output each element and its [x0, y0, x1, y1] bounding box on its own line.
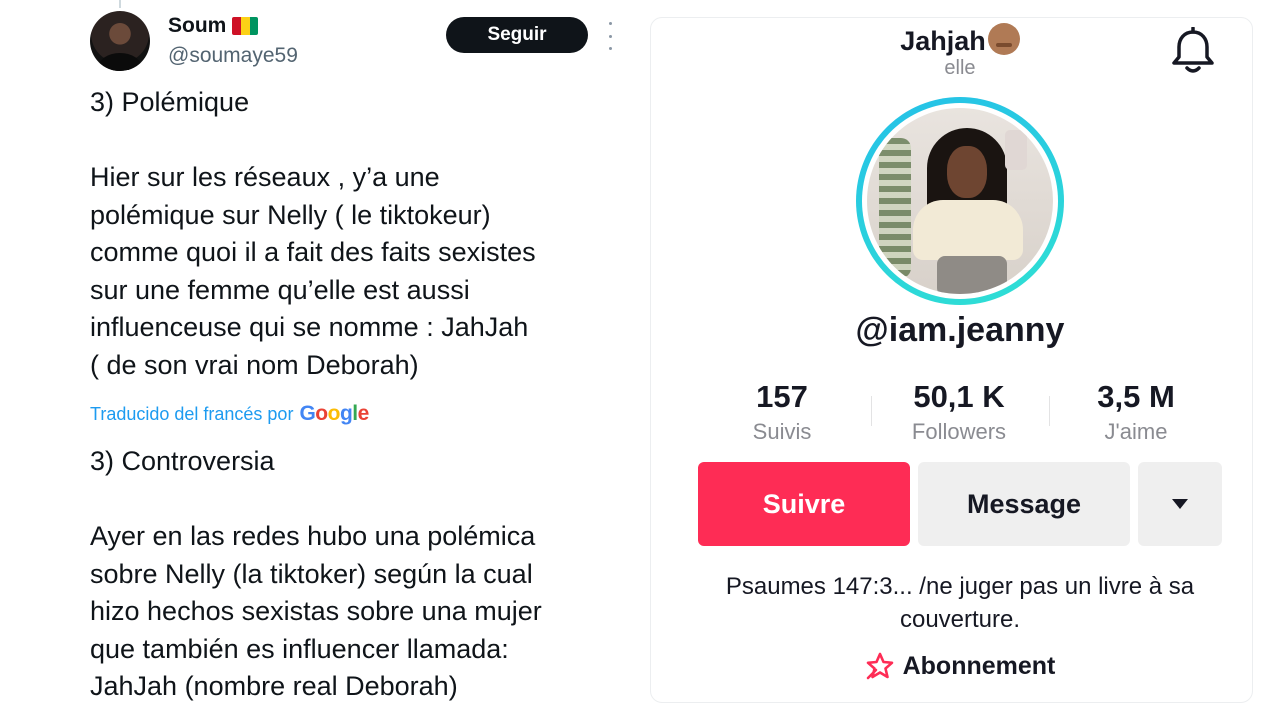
stat-label: Followers [911, 419, 1007, 444]
message-button[interactable]: Message [918, 462, 1130, 546]
caret-down-icon [1172, 499, 1188, 509]
profile-avatar[interactable] [856, 97, 1064, 305]
stat-value: 157 [756, 379, 808, 414]
bell-icon[interactable] [1170, 27, 1216, 75]
thread-line [119, 0, 121, 8]
more-dots-icon[interactable] [604, 22, 616, 50]
tweet-original-text: 3) Polémique Hier sur les réseaux , y’a … [90, 87, 536, 380]
stat-likes[interactable]: 3,5 M J'aime [1046, 378, 1226, 448]
stat-value: 50,1 K [913, 379, 1005, 414]
translation-attribution[interactable]: Traducido del francés por Google [90, 402, 369, 426]
follow-profile-button[interactable]: Suivre [698, 462, 910, 546]
display-name-text: Soum [168, 14, 227, 37]
dropdown-button[interactable] [1138, 462, 1222, 546]
google-logo: Google [299, 402, 369, 425]
profile-photo [867, 108, 1053, 294]
stat-label: J'aime [1104, 419, 1168, 444]
display-name[interactable]: Soum [168, 14, 259, 38]
profile-username: @iam.jeanny [855, 311, 1065, 349]
guinea-flag-icon [232, 17, 259, 35]
follow-button[interactable]: Seguir [446, 17, 588, 53]
subscription-label: Abonnement [902, 651, 1056, 680]
stat-value: 3,5 M [1097, 379, 1175, 414]
profile-name-text: Jahjah [900, 26, 986, 56]
subscription-link[interactable]: Abonnement [650, 651, 1270, 681]
tweet-translated-text: 3) Controversia Ayer en las redes hubo u… [90, 446, 542, 701]
stat-label: Suivis [752, 419, 812, 444]
avatar[interactable] [90, 11, 150, 71]
star-badge-icon [866, 652, 893, 680]
stat-followers[interactable]: 50,1 K Followers [869, 378, 1049, 448]
stat-following[interactable]: 157 Suivis [692, 378, 872, 448]
user-handle[interactable]: @soumaye59 [168, 44, 298, 68]
profile-bio: Psaumes 147:3... /ne juger pas un livre … [725, 573, 1195, 633]
face-emoji-icon [987, 23, 1020, 55]
tweet-panel: Soum @soumaye59 Seguir 3) Polémique Hier… [0, 0, 640, 720]
translation-label: Traducido del francés por [90, 403, 294, 424]
